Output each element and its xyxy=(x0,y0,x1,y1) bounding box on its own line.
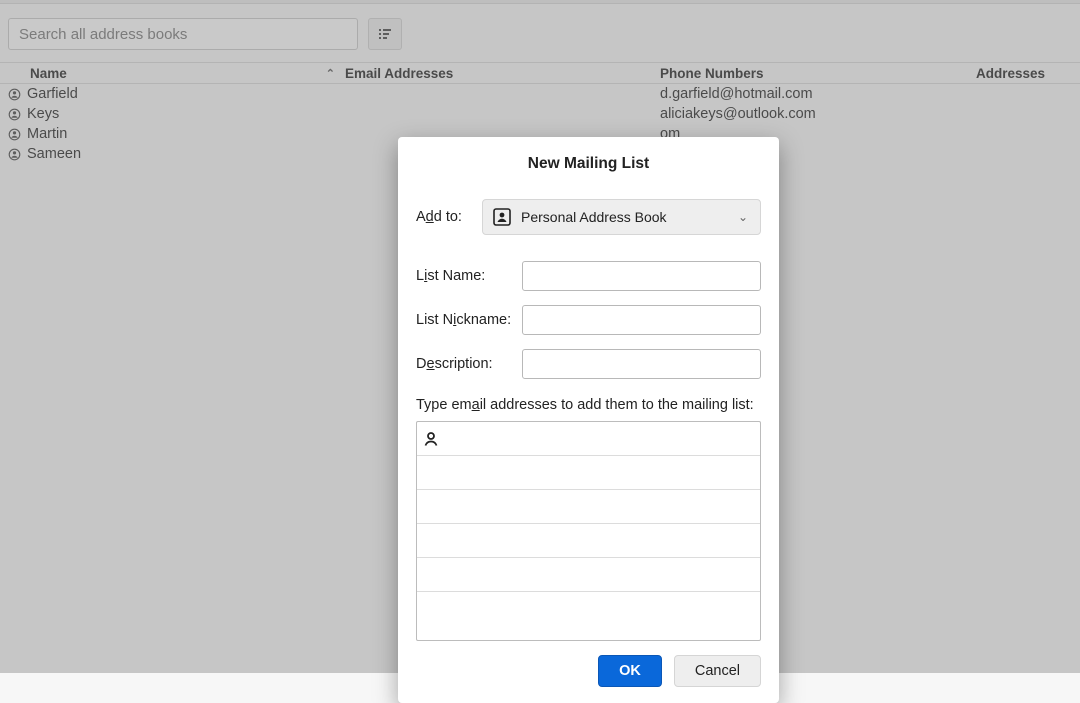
description-label: Description: xyxy=(416,356,522,372)
email-row[interactable] xyxy=(417,422,760,456)
new-mailing-list-dialog: New Mailing List Add to: Personal Addres… xyxy=(398,137,779,703)
add-to-label: Add to: xyxy=(416,209,482,225)
email-row[interactable] xyxy=(417,456,760,490)
description-input[interactable] xyxy=(522,349,761,379)
list-name-input[interactable] xyxy=(522,261,761,291)
list-nickname-label: List Nickname: xyxy=(416,312,522,328)
email-row[interactable] xyxy=(417,592,760,638)
email-row[interactable] xyxy=(417,490,760,524)
email-row[interactable] xyxy=(417,524,760,558)
person-icon xyxy=(423,431,439,447)
list-nickname-input[interactable] xyxy=(522,305,761,335)
email-list-box[interactable] xyxy=(416,421,761,641)
addressbook-icon xyxy=(493,208,511,226)
cancel-button[interactable]: Cancel xyxy=(674,655,761,687)
ok-button[interactable]: OK xyxy=(598,655,662,687)
add-to-value: Personal Address Book xyxy=(521,209,667,225)
add-to-select[interactable]: Personal Address Book ⌄ xyxy=(482,199,761,235)
dialog-title: New Mailing List xyxy=(416,155,761,173)
chevron-down-icon: ⌄ xyxy=(738,210,748,224)
list-name-label: List Name: xyxy=(416,268,522,284)
email-instruction: Type email addresses to add them to the … xyxy=(416,397,761,413)
email-row[interactable] xyxy=(417,558,760,592)
